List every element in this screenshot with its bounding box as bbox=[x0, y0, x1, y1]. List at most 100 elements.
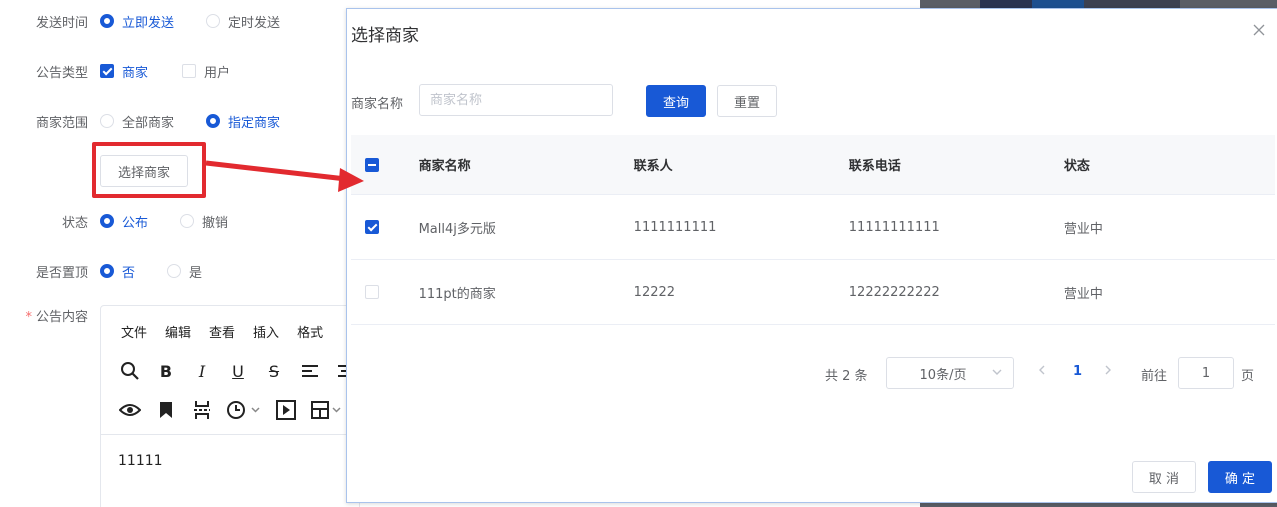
radio-all-merchants[interactable]: 全部商家 bbox=[100, 112, 174, 131]
cell-status: 营业中 bbox=[1063, 286, 1103, 302]
send-time-row: 发送时间 立即发送 定时发送 bbox=[0, 6, 300, 36]
search-icon[interactable] bbox=[119, 360, 141, 382]
table-row[interactable]: 111pt的商家 12222 12222222222 营业中 bbox=[351, 260, 1275, 325]
radio-scheduled-send[interactable]: 定时发送 bbox=[206, 12, 280, 31]
table-header: 商家名称 联系人 联系电话 状态 bbox=[351, 135, 1275, 195]
cell-contact: 1111111111 bbox=[633, 219, 717, 235]
close-icon[interactable] bbox=[1251, 23, 1267, 39]
radio-pin-yes[interactable]: 是 bbox=[167, 262, 202, 281]
radio-dot bbox=[206, 14, 221, 28]
header-checkbox-cell bbox=[351, 157, 415, 172]
next-page-icon[interactable] bbox=[1103, 363, 1113, 381]
merchant-table: 商家名称 联系人 联系电话 状态 Mall4j多元版 1111111111 11… bbox=[351, 135, 1275, 325]
pin-top-label: 是否置顶 bbox=[35, 265, 88, 281]
select-all-checkbox[interactable] bbox=[365, 157, 379, 172]
page-size-select[interactable]: 10条/页 bbox=[886, 357, 1014, 389]
cell-phone: 12222222222 bbox=[848, 284, 940, 300]
radio-revoke[interactable]: 撤销 bbox=[180, 212, 228, 231]
status-row: 状态 公布 撤销 bbox=[0, 206, 248, 236]
column-status[interactable]: 状态 bbox=[1060, 155, 1275, 174]
rich-text-editor: 文件 编辑 查看 插入 格式 B I U S 11111 bbox=[100, 305, 360, 507]
cell-status: 营业中 bbox=[1063, 221, 1103, 237]
radio-dot bbox=[100, 264, 114, 278]
background-block bbox=[980, 0, 1032, 8]
background-block bbox=[1032, 0, 1084, 8]
editor-toolbar-row-1: B I U S bbox=[119, 360, 357, 382]
table-icon[interactable] bbox=[311, 399, 345, 421]
goto-label: 前往 bbox=[1141, 369, 1168, 384]
page-size-value: 10条/页 bbox=[919, 367, 967, 383]
bold-icon[interactable]: B bbox=[155, 360, 177, 382]
row-checkbox[interactable] bbox=[365, 220, 379, 234]
editor-content[interactable]: 11111 bbox=[118, 453, 163, 469]
media-icon[interactable] bbox=[275, 399, 297, 421]
pagination: 共 2 条 10条/页 1 前往 页 bbox=[347, 357, 1277, 389]
menu-edit[interactable]: 编辑 bbox=[165, 322, 191, 341]
preview-icon[interactable] bbox=[119, 399, 141, 421]
merchant-scope-label: 商家范围 bbox=[35, 115, 88, 131]
pagination-total: 共 2 条 bbox=[825, 369, 868, 384]
radio-dot bbox=[206, 114, 221, 128]
radio-dot bbox=[167, 264, 182, 278]
radio-dot bbox=[180, 214, 195, 228]
chevron-down-icon bbox=[991, 366, 1003, 381]
row-checkbox[interactable] bbox=[365, 285, 379, 299]
underline-icon[interactable]: U bbox=[227, 360, 249, 382]
page-break-icon[interactable] bbox=[191, 399, 213, 421]
menu-insert[interactable]: 插入 bbox=[253, 322, 279, 341]
prev-page-icon[interactable] bbox=[1037, 363, 1047, 381]
confirm-button[interactable]: 确 定 bbox=[1208, 461, 1272, 493]
menu-format[interactable]: 格式 bbox=[297, 322, 323, 341]
notice-type-label: 公告类型 bbox=[35, 65, 88, 81]
checkbox-box bbox=[100, 64, 114, 78]
cell-merchant-name: 111pt的商家 bbox=[418, 286, 496, 302]
pin-top-row: 是否置顶 否 是 bbox=[0, 256, 222, 286]
page-number-current[interactable]: 1 bbox=[1073, 364, 1082, 379]
query-button[interactable]: 查询 bbox=[646, 85, 706, 117]
select-merchant-button[interactable]: 选择商家 bbox=[100, 155, 188, 187]
merchant-name-input[interactable] bbox=[419, 84, 613, 116]
radio-pin-no[interactable]: 否 bbox=[100, 262, 135, 281]
page-suffix-label: 页 bbox=[1241, 369, 1255, 384]
column-contact[interactable]: 联系人 bbox=[630, 155, 845, 174]
checkbox-merchant[interactable]: 商家 bbox=[100, 62, 148, 81]
radio-dot bbox=[100, 14, 114, 28]
column-phone[interactable]: 联系电话 bbox=[845, 155, 1060, 174]
checkbox-user[interactable]: 用户 bbox=[182, 62, 230, 81]
content-label: * 公告内容 bbox=[25, 310, 88, 325]
menu-file[interactable]: 文件 bbox=[121, 322, 147, 341]
cell-contact: 12222 bbox=[633, 284, 676, 300]
cancel-button[interactable]: 取 消 bbox=[1132, 461, 1196, 493]
row-checkbox-cell bbox=[351, 220, 415, 234]
send-time-label: 发送时间 bbox=[35, 15, 88, 31]
editor-divider bbox=[101, 434, 359, 435]
radio-dot bbox=[100, 214, 114, 228]
menu-view[interactable]: 查看 bbox=[209, 322, 235, 341]
time-icon[interactable] bbox=[227, 399, 261, 421]
strikethrough-icon[interactable]: S bbox=[263, 360, 285, 382]
column-merchant-name[interactable]: 商家名称 bbox=[415, 155, 630, 174]
reset-button[interactable]: 重置 bbox=[717, 85, 777, 117]
radio-dot bbox=[100, 114, 114, 128]
radio-specified-merchants[interactable]: 指定商家 bbox=[206, 112, 280, 131]
goto-page-input[interactable] bbox=[1178, 357, 1234, 389]
merchant-name-label: 商家名称 bbox=[351, 97, 404, 112]
table-row[interactable]: Mall4j多元版 1111111111 11111111111 营业中 bbox=[351, 195, 1275, 260]
required-mark: * bbox=[25, 310, 32, 325]
status-label: 状态 bbox=[61, 215, 88, 231]
editor-menubar: 文件 编辑 查看 插入 格式 bbox=[121, 322, 323, 341]
row-checkbox-cell bbox=[351, 285, 415, 299]
radio-immediate-send[interactable]: 立即发送 bbox=[100, 12, 174, 31]
radio-publish[interactable]: 公布 bbox=[100, 212, 148, 231]
merchant-scope-row: 商家范围 全部商家 指定商家 bbox=[0, 106, 300, 136]
dialog-title: 选择商家 bbox=[351, 26, 419, 46]
align-left-icon[interactable] bbox=[299, 360, 321, 382]
select-merchant-dialog: 选择商家 商家名称 查询 重置 商家名称 联系人 联系电话 状态 Mall4j多… bbox=[346, 8, 1277, 503]
bookmark-icon[interactable] bbox=[155, 399, 177, 421]
content-row: * 公告内容 bbox=[0, 306, 88, 336]
notice-type-row: 公告类型 商家 用户 bbox=[0, 56, 252, 86]
background-block bbox=[1084, 0, 1180, 8]
italic-icon[interactable]: I bbox=[191, 360, 213, 382]
cell-phone: 11111111111 bbox=[848, 219, 940, 235]
cell-merchant-name: Mall4j多元版 bbox=[418, 221, 496, 237]
